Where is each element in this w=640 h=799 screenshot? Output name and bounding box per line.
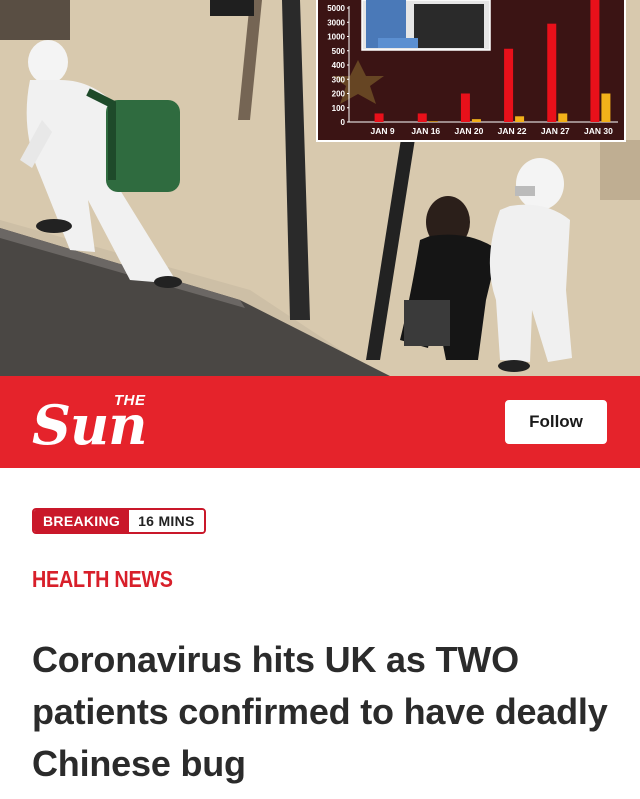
bar-red	[590, 0, 600, 122]
bar-yellow	[558, 113, 568, 122]
bar-yellow	[471, 119, 481, 122]
x-tick-label: JAN 16	[411, 126, 440, 136]
y-tick-label: 300	[332, 75, 346, 84]
the-sun-logo[interactable]: THE Sun	[32, 392, 212, 454]
y-tick-label: 5000	[327, 4, 345, 13]
follow-button[interactable]: Follow	[505, 400, 607, 444]
breaking-label: BREAKING	[34, 510, 130, 532]
inset-chart-svg: 5000300010005004003002001000 JAN 9 JAN 16…	[318, 0, 624, 140]
logo-sun-text: Sun	[32, 393, 148, 457]
breaking-badge: BREAKING 16 MINS	[32, 508, 206, 534]
x-tick-label: JAN 27	[541, 126, 570, 136]
bar-yellow	[601, 93, 611, 122]
inset-chart: 5000 3000 1000 500 400 300 200 100 0 JAN 9 JAN 16…	[316, 0, 626, 142]
bar-red	[374, 113, 384, 122]
y-tick-label: 3000	[327, 18, 345, 27]
bar-red	[504, 48, 514, 122]
hero-image: 5000 3000 1000 500 400 300 200 100 0 JAN 9 JAN 16…	[0, 0, 640, 376]
x-tick-label: JAN 20	[455, 126, 484, 136]
x-tick-label: JAN 22	[498, 126, 527, 136]
y-tick-label: 200	[332, 90, 346, 99]
bar-red	[547, 23, 557, 122]
article-headline[interactable]: Coronavirus hits UK as TWO patients conf…	[32, 634, 612, 790]
y-tick-label: 400	[332, 61, 346, 70]
bar-red	[417, 113, 427, 122]
bar-yellow	[515, 116, 525, 122]
x-tick-label: JAN 9	[371, 126, 395, 136]
bar-yellow	[428, 121, 438, 122]
y-tick-label: 1000	[327, 33, 345, 42]
section-label[interactable]: HEALTH NEWS	[32, 566, 173, 593]
y-tick-label: 100	[332, 104, 346, 113]
y-tick-label: 0	[341, 118, 346, 127]
y-tick-label: 500	[332, 47, 346, 56]
bar-red	[460, 93, 470, 122]
breaking-time: 16 MINS	[129, 510, 204, 532]
masthead-bar: THE Sun Follow	[0, 376, 640, 468]
x-tick-label: JAN 30	[584, 126, 613, 136]
